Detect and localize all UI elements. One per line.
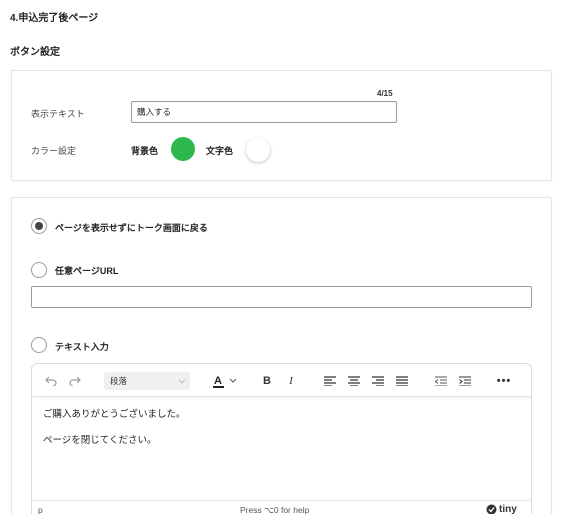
content-line: ページを閉じてください。 xyxy=(43,435,157,446)
svg-text:A: A xyxy=(214,375,222,387)
editor-toolbar: 段落 ⌵ A B I ••• xyxy=(32,364,531,397)
rich-text-editor: 段落 ⌵ A B I ••• ご購入ありがとうございました。 ページを閉じてくだ… xyxy=(31,363,532,514)
content-line: ご購入ありがとうございました。 xyxy=(43,409,186,420)
editor-statusbar: p Press ⌥0 for help tiny xyxy=(32,500,531,514)
display-text-input[interactable]: 購入する xyxy=(131,101,397,123)
more-icon[interactable]: ••• xyxy=(497,372,511,389)
chevron-down-icon: ⌵ xyxy=(178,376,185,385)
element-path[interactable]: p xyxy=(38,505,43,514)
help-hint: Press ⌥0 for help xyxy=(240,505,310,514)
editor-content[interactable]: ご購入ありがとうございました。 ページを閉じてください。 xyxy=(43,408,186,460)
button-settings-title: ボタン設定 xyxy=(10,47,60,58)
tiny-logo[interactable]: tiny xyxy=(486,504,517,514)
text-color-button[interactable]: A xyxy=(212,372,240,389)
align-justify-icon[interactable] xyxy=(395,372,409,389)
url-input[interactable] xyxy=(31,286,532,308)
radio-custom-url[interactable] xyxy=(31,262,47,278)
button-settings-card xyxy=(11,70,552,181)
text-color-label: 文字色 xyxy=(206,146,234,156)
radio-url-label: 任意ページURL xyxy=(55,266,119,276)
radio-return-to-talk[interactable] xyxy=(31,218,47,234)
text-color-swatch[interactable] xyxy=(246,138,270,162)
redo-icon[interactable] xyxy=(68,372,82,389)
indent-icon[interactable] xyxy=(458,372,472,389)
bg-color-label: 背景色 xyxy=(131,146,159,156)
outdent-icon[interactable] xyxy=(434,372,448,389)
radio-text-input[interactable] xyxy=(31,337,47,353)
undo-icon[interactable] xyxy=(44,372,58,389)
bg-color-swatch[interactable] xyxy=(171,137,195,161)
display-text-label: 表示テキスト xyxy=(31,109,85,119)
bold-icon[interactable]: B xyxy=(260,372,274,389)
align-center-icon[interactable] xyxy=(347,372,361,389)
block-format-select[interactable]: 段落 ⌵ xyxy=(104,372,190,390)
align-right-icon[interactable] xyxy=(371,372,385,389)
block-format-value: 段落 xyxy=(110,376,128,386)
radio-text-label: テキスト入力 xyxy=(55,342,109,352)
radio-return-label: ページを表示せずにトーク画面に戻る xyxy=(55,223,208,233)
color-settings-label: カラー設定 xyxy=(31,146,77,156)
tiny-brand: tiny xyxy=(499,504,517,514)
section-title: 4.申込完了後ページ xyxy=(10,13,99,24)
italic-icon[interactable]: I xyxy=(284,372,298,389)
tiny-icon xyxy=(486,504,497,514)
char-counter: 4/15 xyxy=(377,89,393,98)
align-left-icon[interactable] xyxy=(323,372,337,389)
